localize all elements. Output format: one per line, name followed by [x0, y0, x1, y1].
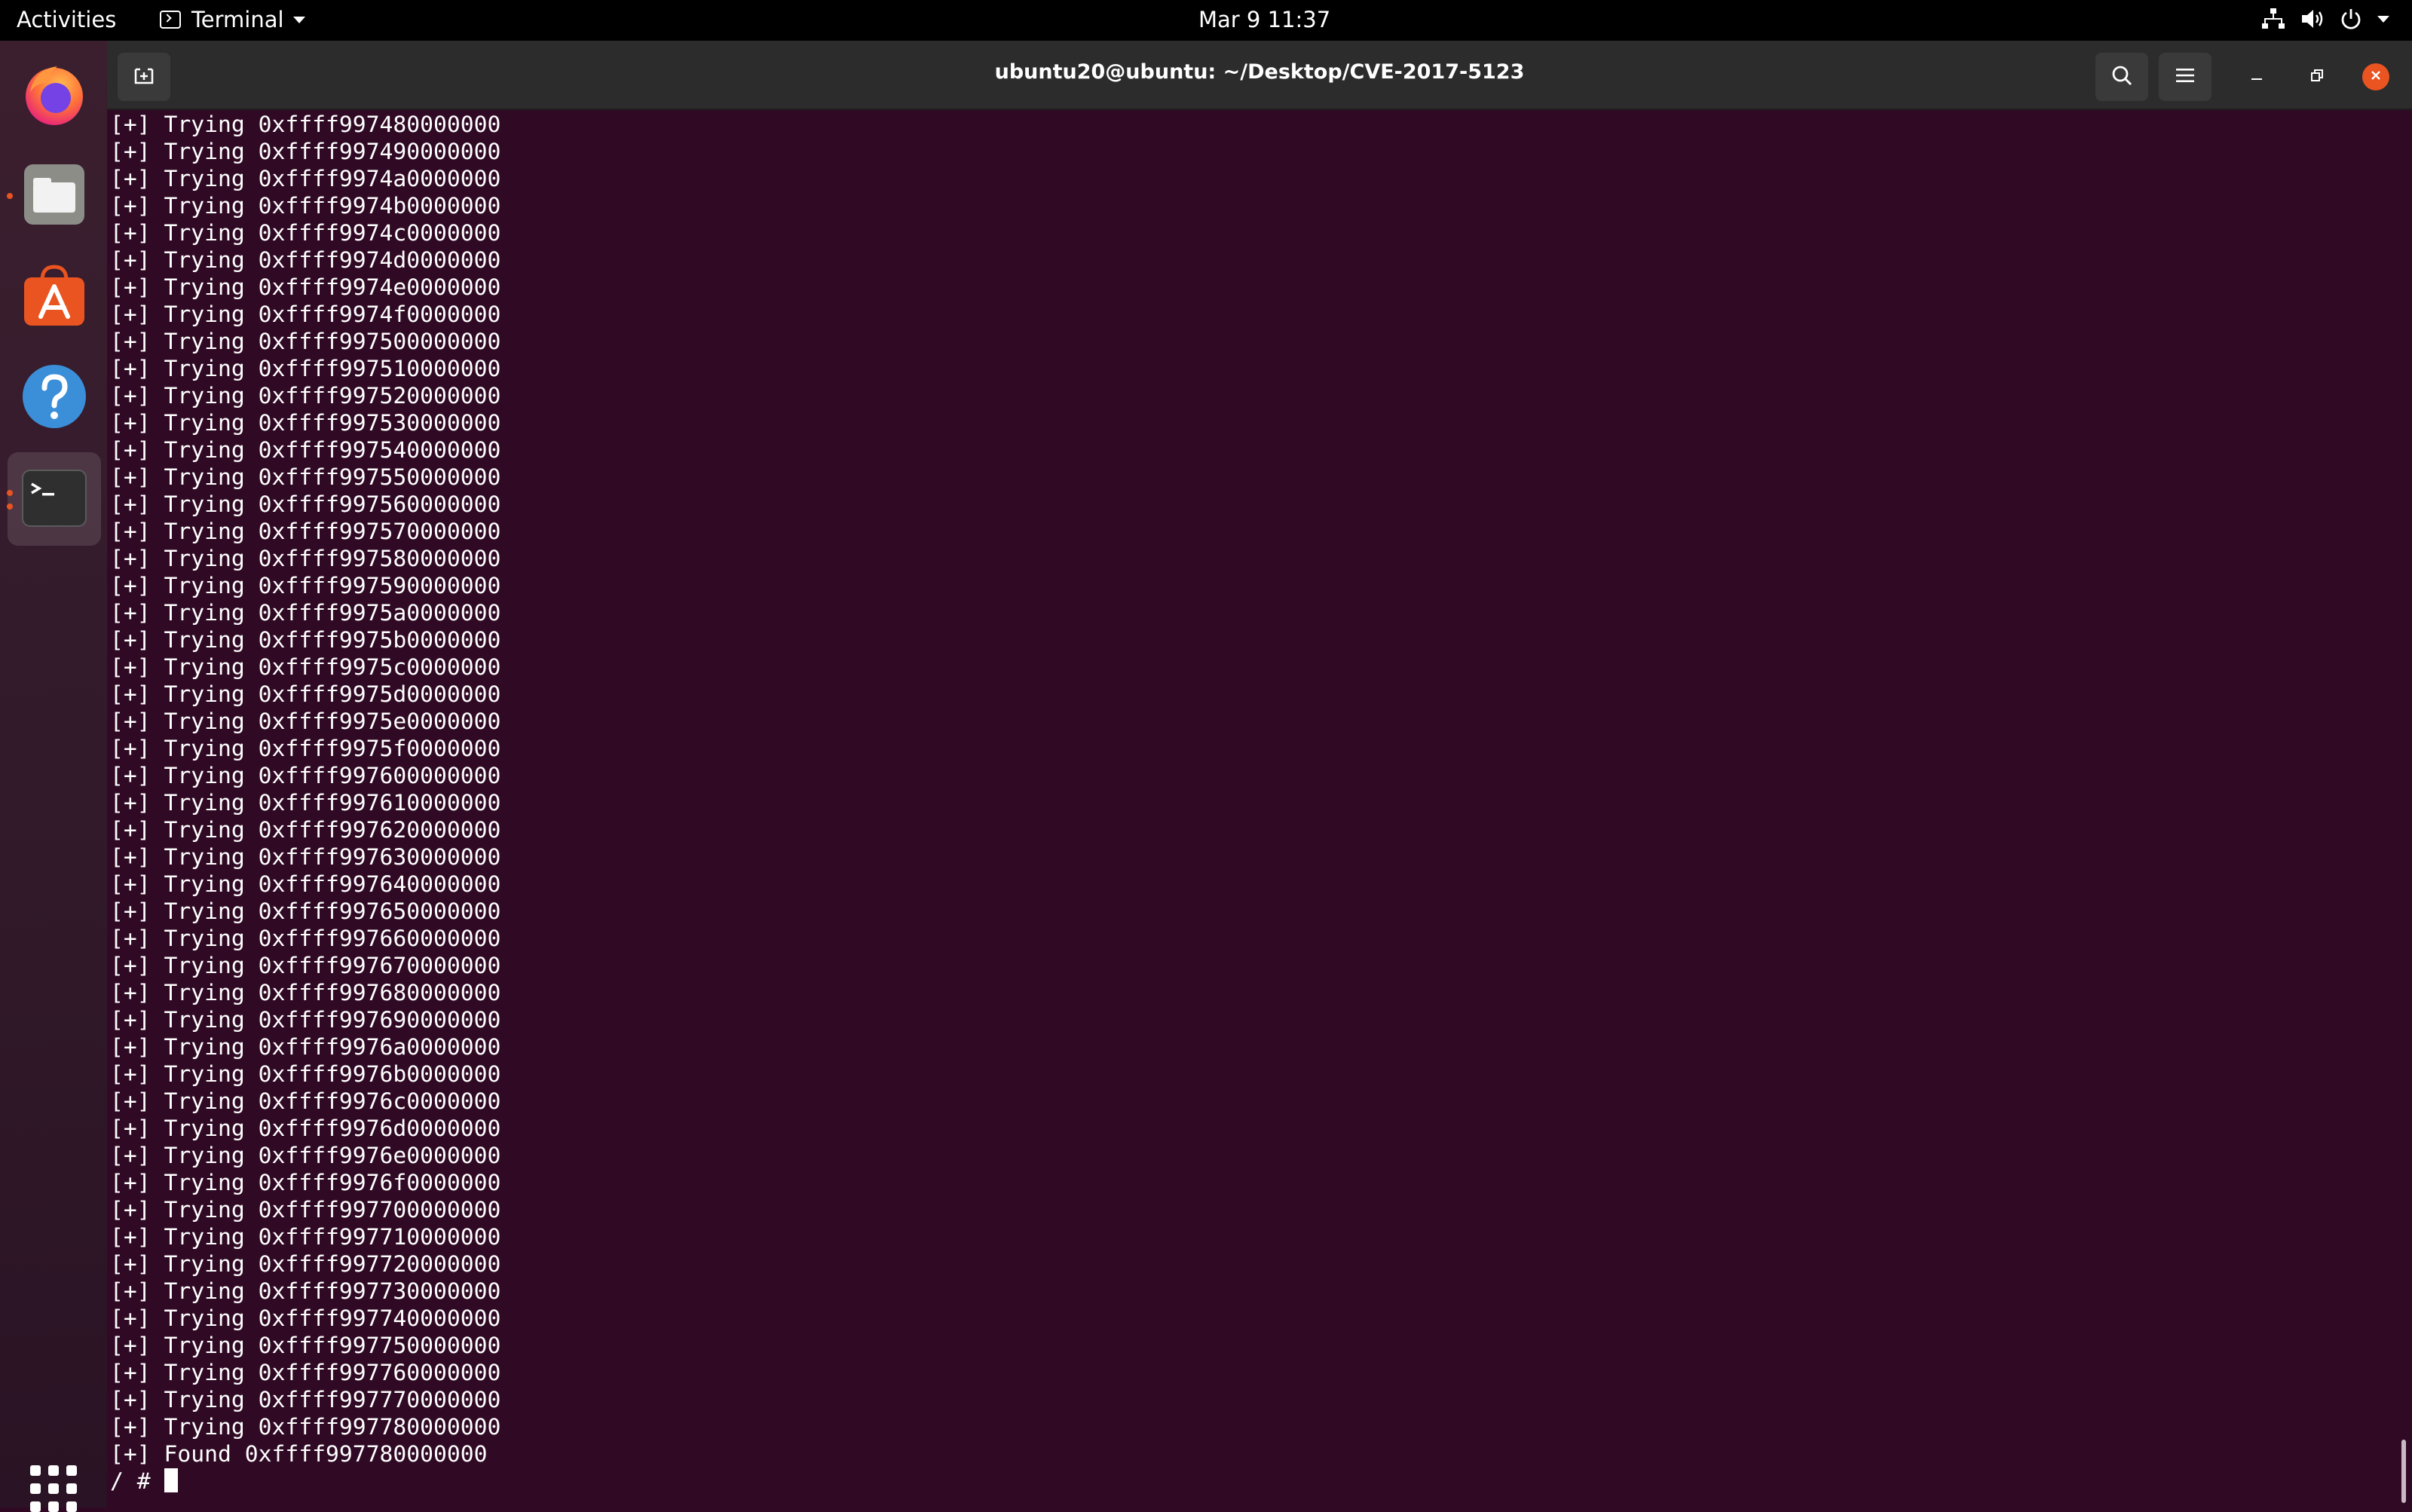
volume-icon	[2300, 8, 2325, 30]
terminal-line: [+] Trying 0xffff997630000000	[110, 844, 501, 871]
clock[interactable]: Mar 9 11:37	[1198, 7, 1330, 32]
network-icon	[2261, 8, 2285, 30]
shell-prompt: / #	[110, 1468, 164, 1495]
terminal-line: [+] Trying 0xffff997540000000	[110, 437, 501, 464]
terminal-line: [+] Trying 0xffff997660000000	[110, 926, 501, 952]
terminal-line: [+] Trying 0xffff997780000000	[110, 1414, 501, 1440]
running-indicator	[7, 503, 13, 510]
terminal-line: [+] Trying 0xffff997730000000	[110, 1278, 501, 1305]
terminal-line: [+] Trying 0xffff997530000000	[110, 410, 501, 436]
activities-button[interactable]: Activities	[17, 7, 116, 32]
terminal-line: [+] Trying 0xffff997760000000	[110, 1360, 501, 1386]
terminal-line: [+] Trying 0xffff997670000000	[110, 953, 501, 979]
firefox-icon	[20, 59, 89, 132]
terminal-line: [+] Trying 0xffff997570000000	[110, 519, 501, 545]
terminal-line: [+] Trying 0xffff997720000000	[110, 1251, 501, 1278]
search-button[interactable]	[2095, 53, 2148, 101]
minimize-button[interactable]	[2243, 63, 2270, 90]
terminal-line: [+] Trying 0xffff997640000000	[110, 871, 501, 898]
scrollbar[interactable]	[2401, 1440, 2406, 1503]
terminal-line: [+] Trying 0xffff9975b0000000	[110, 627, 501, 653]
dock	[0, 41, 107, 1512]
terminal-line: [+] Trying 0xffff997740000000	[110, 1305, 501, 1332]
restore-icon	[2309, 68, 2325, 87]
terminal-output[interactable]: [+] Trying 0xffff997480000000 [+] Trying …	[110, 112, 2394, 1507]
search-icon	[2110, 64, 2133, 90]
terminal-line: [+] Trying 0xffff997680000000	[110, 980, 501, 1006]
prompt-line[interactable]: / #	[110, 1468, 2394, 1495]
running-indicator	[7, 193, 13, 199]
terminal-line: [+] Trying 0xffff997690000000	[110, 1007, 501, 1033]
terminal-line: [+] Trying 0xffff9974f0000000	[110, 301, 501, 328]
terminal-line: [+] Trying 0xffff997770000000	[110, 1387, 501, 1413]
terminal-line: [+] Trying 0xffff9975e0000000	[110, 709, 501, 735]
terminal-line: [+] Trying 0xffff997590000000	[110, 573, 501, 599]
power-icon	[2340, 8, 2362, 30]
window-title: ubuntu20@ubuntu: ~/Desktop/CVE-2017-5123	[994, 60, 1525, 84]
menu-button[interactable]	[2159, 53, 2212, 101]
terminal-line: [+] Trying 0xffff997480000000	[110, 112, 501, 138]
running-indicator	[7, 490, 13, 496]
terminal-line: [+] Trying 0xffff997700000000	[110, 1197, 501, 1223]
terminal-line: [+] Trying 0xffff9975c0000000	[110, 654, 501, 681]
dock-files[interactable]	[8, 149, 101, 243]
terminal-line: [+] Trying 0xffff9976f0000000	[110, 1170, 501, 1196]
header-bar: ubuntu20@ubuntu: ~/Desktop/CVE-2017-5123	[107, 41, 2412, 110]
terminal-line: [+] Trying 0xffff9976d0000000	[110, 1116, 501, 1142]
terminal-line: [+] Trying 0xffff997510000000	[110, 356, 501, 382]
maximize-button[interactable]	[2303, 63, 2331, 90]
terminal-line: [+] Trying 0xffff9974c0000000	[110, 220, 501, 246]
help-icon	[20, 362, 89, 435]
app-menu-label: Terminal	[191, 7, 284, 32]
terminal-line: [+] Trying 0xffff9975d0000000	[110, 681, 501, 708]
chevron-down-icon	[292, 16, 305, 23]
close-button[interactable]	[2362, 63, 2389, 90]
terminal-line: [+] Trying 0xffff997580000000	[110, 546, 501, 572]
ubuntu-software-icon	[20, 261, 89, 334]
dock-ubuntu-software[interactable]	[8, 250, 101, 344]
terminal-line: [+] Trying 0xffff997620000000	[110, 817, 501, 843]
hamburger-icon	[2175, 67, 2195, 87]
terminal-line: [+] Trying 0xffff9976c0000000	[110, 1088, 501, 1115]
terminal-line: [+] Trying 0xffff997610000000	[110, 790, 501, 816]
terminal-line: [+] Found 0xffff997780000000	[110, 1441, 488, 1468]
terminal-line: [+] Trying 0xffff9974b0000000	[110, 193, 501, 219]
terminal-line: [+] Trying 0xffff9975a0000000	[110, 600, 501, 626]
terminal-window: ubuntu20@ubuntu: ~/Desktop/CVE-2017-5123	[107, 41, 2412, 1507]
terminal-line: [+] Trying 0xffff9974d0000000	[110, 247, 501, 274]
terminal-line: [+] Trying 0xffff997650000000	[110, 898, 501, 925]
dock-help[interactable]	[8, 351, 101, 445]
terminal-small-icon	[160, 11, 181, 29]
text-cursor	[164, 1468, 178, 1492]
terminal-line: [+] Trying 0xffff9974e0000000	[110, 274, 501, 301]
terminal-line: [+] Trying 0xffff9975f0000000	[110, 736, 501, 762]
minimize-icon	[2249, 68, 2264, 87]
terminal-line: [+] Trying 0xffff997560000000	[110, 491, 501, 518]
terminal-line: [+] Trying 0xffff9976a0000000	[110, 1034, 501, 1061]
close-icon	[2370, 69, 2382, 85]
terminal-line: [+] Trying 0xffff9974a0000000	[110, 166, 501, 192]
show-applications-icon[interactable]	[30, 1465, 77, 1512]
chevron-down-icon	[2377, 15, 2389, 23]
dock-terminal[interactable]	[8, 452, 101, 546]
app-menu[interactable]: Terminal	[160, 7, 305, 32]
terminal-line: [+] Trying 0xffff997500000000	[110, 329, 501, 355]
system-menu[interactable]	[2261, 8, 2389, 30]
terminal-line: [+] Trying 0xffff997550000000	[110, 464, 501, 491]
terminal-line: [+] Trying 0xffff997750000000	[110, 1333, 501, 1359]
terminal-line: [+] Trying 0xffff997710000000	[110, 1224, 501, 1250]
top-bar: Activities Terminal Mar 9 11:37	[0, 0, 2412, 41]
dock-firefox[interactable]	[8, 48, 101, 142]
terminal-line: [+] Trying 0xffff997490000000	[110, 139, 501, 165]
terminal-icon	[20, 463, 89, 536]
terminal-line: [+] Trying 0xffff9976b0000000	[110, 1061, 501, 1088]
terminal-line: [+] Trying 0xffff9976e0000000	[110, 1143, 501, 1169]
files-icon	[20, 160, 89, 233]
terminal-line: [+] Trying 0xffff997600000000	[110, 763, 501, 789]
terminal-line: [+] Trying 0xffff997520000000	[110, 383, 501, 409]
